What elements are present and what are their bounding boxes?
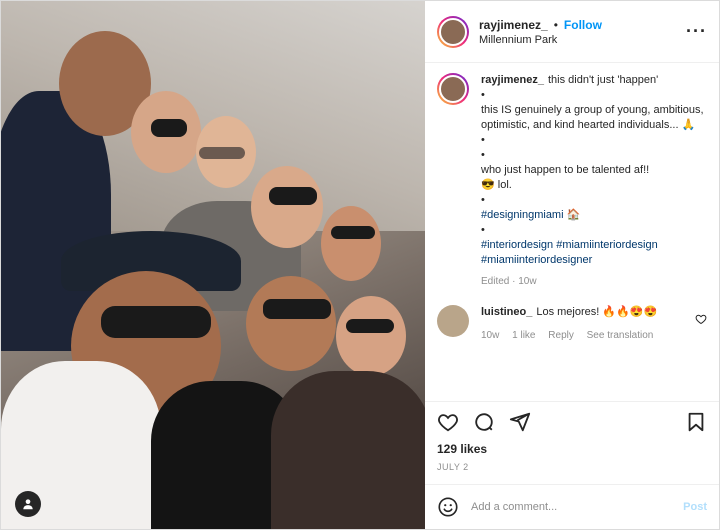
photo-figure [336, 296, 406, 376]
commenter-avatar[interactable] [437, 305, 469, 337]
likes-count[interactable]: 129 likes [425, 442, 719, 456]
caption-line: this didn't just 'happen' [547, 74, 659, 86]
caption-line: • [481, 149, 485, 161]
post-comment-button[interactable]: Post [683, 501, 707, 513]
comment-text: Los mejores! 🔥🔥😍😍 [536, 306, 658, 318]
commenter-username[interactable]: luistineo_ [481, 306, 532, 318]
follow-button[interactable]: Follow [564, 18, 602, 32]
photo-figure [246, 276, 336, 371]
photo-figure [331, 226, 375, 239]
photo-figure [101, 306, 211, 338]
photo-figure [251, 166, 323, 248]
bookmark-icon[interactable] [685, 411, 707, 433]
photo-figure [346, 319, 394, 333]
caption-edited: Edited · 10w [481, 276, 537, 287]
photo-figure [263, 299, 331, 319]
photo-figure [271, 371, 425, 529]
caption-author-avatar[interactable] [437, 73, 469, 105]
hashtag-link[interactable]: #interiordesign #miamiinteriordesign [481, 238, 707, 253]
comment-bubble-icon[interactable] [473, 411, 495, 433]
photo-figure [321, 206, 381, 281]
see-translation-button[interactable]: See translation [587, 330, 654, 341]
heart-icon[interactable] [695, 313, 707, 325]
post-date: JULY 2 [425, 456, 719, 485]
comment-age: 10w [481, 330, 500, 341]
comments-section: rayjimenez_ this didn't just 'happen' • t… [425, 63, 719, 401]
post-header: rayjimenez_ • Follow Millennium Park ··· [425, 1, 719, 63]
post-side-panel: rayjimenez_ • Follow Millennium Park ···… [425, 1, 719, 529]
hashtag-link[interactable]: #designingmiami 🏠 [481, 208, 707, 223]
photo-figure [151, 119, 187, 137]
action-bar [425, 401, 719, 442]
caption-username[interactable]: rayjimenez_ [481, 74, 544, 86]
caption-line: who just happen to be talented af!! [481, 164, 650, 176]
photo-figure [269, 187, 317, 205]
caption-line: • [481, 224, 485, 236]
add-comment-bar: Post [425, 485, 719, 529]
caption-line: 😎 lol. [481, 179, 512, 191]
like-heart-icon[interactable] [437, 411, 459, 433]
caption: rayjimenez_ this didn't just 'happen' • t… [437, 73, 707, 289]
caption-line: • [481, 89, 485, 101]
hashtag-link[interactable]: #miamiinteriordesigner [481, 253, 707, 268]
comment-reply-button[interactable]: Reply [548, 330, 574, 341]
instagram-post: rayjimenez_ • Follow Millennium Park ···… [0, 0, 720, 530]
more-horizontal-icon[interactable]: ··· [686, 21, 707, 42]
caption-line: • [481, 194, 485, 206]
comment-likes[interactable]: 1 like [512, 330, 535, 341]
caption-line: • [481, 134, 485, 146]
post-photo[interactable] [1, 1, 425, 529]
share-paper-plane-icon[interactable] [509, 411, 531, 433]
separator-dot: • [553, 17, 558, 32]
add-comment-input[interactable] [469, 500, 684, 514]
caption-line: this IS genuinely a group of young, ambi… [481, 104, 704, 131]
author-avatar[interactable] [437, 15, 469, 48]
user-icon [23, 499, 33, 510]
author-username[interactable]: rayjimenez_ [479, 18, 548, 32]
emoji-smiley-icon[interactable] [437, 496, 459, 518]
post-location[interactable]: Millennium Park [479, 34, 686, 46]
comment-item: luistineo_ Los mejores! 🔥🔥😍😍 10w 1 like R… [437, 305, 707, 343]
photo-figure [199, 147, 245, 159]
tagged-users-button[interactable] [15, 491, 41, 517]
